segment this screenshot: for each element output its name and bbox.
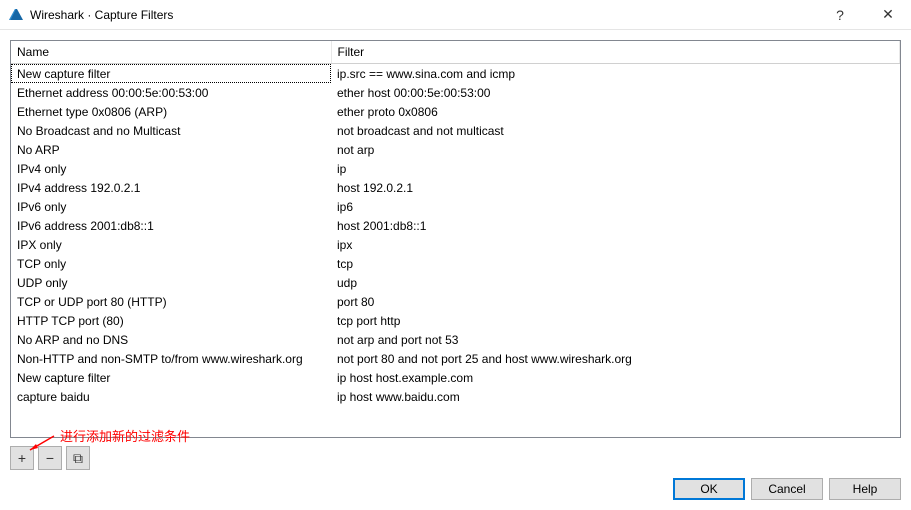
wireshark-icon	[8, 7, 24, 23]
table-row[interactable]: IPX onlyipx	[11, 235, 900, 254]
close-icon[interactable]: ✕	[873, 6, 903, 23]
filter-name-cell[interactable]: TCP only	[11, 254, 331, 273]
add-button[interactable]: +	[10, 446, 34, 470]
filter-name-cell[interactable]: No ARP	[11, 140, 331, 159]
filter-expr-cell[interactable]: tcp port http	[331, 311, 900, 330]
dialog-buttons: OK Cancel Help	[0, 474, 911, 510]
copy-button[interactable]: ⧉	[66, 446, 90, 470]
filter-name-cell[interactable]: IPv4 only	[11, 159, 331, 178]
cancel-button[interactable]: Cancel	[751, 478, 823, 500]
filter-expr-cell[interactable]: tcp	[331, 254, 900, 273]
filter-name-cell[interactable]: IPv6 only	[11, 197, 331, 216]
filter-expr-cell[interactable]: ip6	[331, 197, 900, 216]
window-title: Wireshark · Capture Filters	[30, 8, 825, 22]
table-row[interactable]: IPv4 onlyip	[11, 159, 900, 178]
filter-expr-cell[interactable]: udp	[331, 273, 900, 292]
filter-expr-cell[interactable]: ip.src == www.sina.com and icmp	[331, 64, 900, 84]
filter-name-cell[interactable]: capture baidu	[11, 387, 331, 406]
filter-expr-cell[interactable]: ip host host.example.com	[331, 368, 900, 387]
filter-expr-cell[interactable]: ether proto 0x0806	[331, 102, 900, 121]
remove-button[interactable]: −	[38, 446, 62, 470]
filter-name-cell[interactable]: IPX only	[11, 235, 331, 254]
toolbar: + − ⧉ 进行添加新的过滤条件	[0, 438, 911, 474]
filter-expr-cell[interactable]: ether host 00:00:5e:00:53:00	[331, 83, 900, 102]
filter-name-cell[interactable]: TCP or UDP port 80 (HTTP)	[11, 292, 331, 311]
content-area: Name Filter New capture filterip.src == …	[0, 30, 911, 438]
filter-name-cell[interactable]: HTTP TCP port (80)	[11, 311, 331, 330]
table-row[interactable]: HTTP TCP port (80)tcp port http	[11, 311, 900, 330]
filters-table: Name Filter New capture filterip.src == …	[11, 41, 900, 406]
ok-button[interactable]: OK	[673, 478, 745, 500]
table-row[interactable]: IPv4 address 192.0.2.1host 192.0.2.1	[11, 178, 900, 197]
filter-name-cell[interactable]: IPv6 address 2001:db8::1	[11, 216, 331, 235]
table-row[interactable]: Ethernet address 00:00:5e:00:53:00ether …	[11, 83, 900, 102]
filter-expr-cell[interactable]: ip	[331, 159, 900, 178]
filter-name-cell[interactable]: No ARP and no DNS	[11, 330, 331, 349]
table-row[interactable]: Non-HTTP and non-SMTP to/from www.wiresh…	[11, 349, 900, 368]
table-row[interactable]: New capture filterip.src == www.sina.com…	[11, 64, 900, 84]
table-row[interactable]: Ethernet type 0x0806 (ARP)ether proto 0x…	[11, 102, 900, 121]
table-row[interactable]: New capture filterip host host.example.c…	[11, 368, 900, 387]
column-header-name[interactable]: Name	[11, 41, 331, 64]
table-row[interactable]: No Broadcast and no Multicastnot broadca…	[11, 121, 900, 140]
filter-name-cell[interactable]: Ethernet address 00:00:5e:00:53:00	[11, 83, 331, 102]
filter-expr-cell[interactable]: port 80	[331, 292, 900, 311]
table-row[interactable]: No ARPnot arp	[11, 140, 900, 159]
help-button[interactable]: Help	[829, 478, 901, 500]
table-row[interactable]: IPv6 address 2001:db8::1host 2001:db8::1	[11, 216, 900, 235]
titlebar: Wireshark · Capture Filters ? ✕	[0, 0, 911, 30]
filter-expr-cell[interactable]: ipx	[331, 235, 900, 254]
table-row[interactable]: No ARP and no DNSnot arp and port not 53	[11, 330, 900, 349]
table-row[interactable]: TCP onlytcp	[11, 254, 900, 273]
filter-expr-cell[interactable]: host 192.0.2.1	[331, 178, 900, 197]
filter-expr-cell[interactable]: ip host www.baidu.com	[331, 387, 900, 406]
table-row[interactable]: TCP or UDP port 80 (HTTP)port 80	[11, 292, 900, 311]
filter-name-cell[interactable]: Ethernet type 0x0806 (ARP)	[11, 102, 331, 121]
filters-table-container: Name Filter New capture filterip.src == …	[10, 40, 901, 438]
filter-name-cell[interactable]: No Broadcast and no Multicast	[11, 121, 331, 140]
filter-name-cell[interactable]: New capture filter	[11, 64, 331, 84]
filter-name-cell[interactable]: UDP only	[11, 273, 331, 292]
table-row[interactable]: UDP onlyudp	[11, 273, 900, 292]
table-row[interactable]: IPv6 onlyip6	[11, 197, 900, 216]
filter-expr-cell[interactable]: not arp	[331, 140, 900, 159]
filter-name-cell[interactable]: Non-HTTP and non-SMTP to/from www.wiresh…	[11, 349, 331, 368]
column-header-filter[interactable]: Filter	[331, 41, 900, 64]
filter-name-cell[interactable]: IPv4 address 192.0.2.1	[11, 178, 331, 197]
filter-expr-cell[interactable]: not arp and port not 53	[331, 330, 900, 349]
filter-expr-cell[interactable]: host 2001:db8::1	[331, 216, 900, 235]
filter-expr-cell[interactable]: not port 80 and not port 25 and host www…	[331, 349, 900, 368]
help-icon[interactable]: ?	[825, 7, 855, 23]
filter-expr-cell[interactable]: not broadcast and not multicast	[331, 121, 900, 140]
filter-name-cell[interactable]: New capture filter	[11, 368, 331, 387]
table-row[interactable]: capture baiduip host www.baidu.com	[11, 387, 900, 406]
